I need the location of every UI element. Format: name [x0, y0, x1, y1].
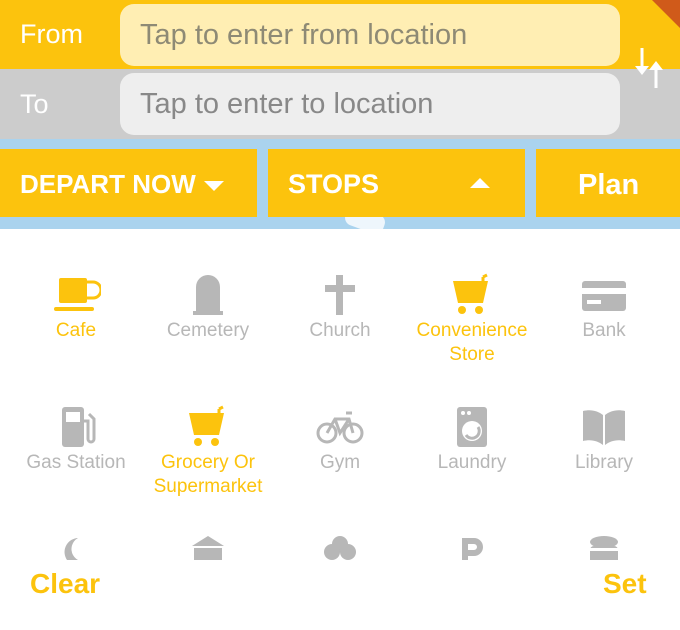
corner-flag-icon	[652, 0, 680, 28]
cross-icon	[325, 275, 355, 315]
shopping-cart-icon	[453, 273, 488, 314]
category-cafe[interactable]: Cafe	[10, 273, 142, 343]
category-gas-station[interactable]: Gas Station	[10, 405, 142, 475]
stops-label: STOPS	[288, 169, 380, 199]
from-label: From	[20, 19, 83, 49]
plan-button[interactable]: Plan	[536, 149, 680, 217]
stops-category-panel: Cafe Cemetery Church Convenience Store B…	[0, 229, 680, 630]
category-label: Cemetery	[166, 320, 250, 341]
category-label: Convenience Store	[416, 320, 528, 365]
parking-icon	[462, 538, 483, 560]
category-label: Laundry	[437, 452, 507, 473]
category-label: Library	[574, 452, 634, 473]
category-row-partial	[0, 534, 680, 560]
museum-icon	[192, 536, 224, 560]
category-grocery[interactable]: Grocery Or Supermarket	[142, 405, 274, 499]
book-icon	[583, 410, 625, 445]
plan-label: Plan	[578, 169, 640, 201]
category-laundry[interactable]: Laundry	[406, 405, 538, 475]
category-label: Gas Station	[26, 452, 126, 473]
category-label: Cafe	[55, 320, 97, 341]
mosque-icon	[64, 538, 90, 560]
clear-button[interactable]: Clear	[30, 568, 100, 600]
to-location-input[interactable]	[120, 73, 620, 135]
set-button[interactable]: Set	[603, 568, 647, 600]
swap-direction-icon[interactable]	[632, 44, 668, 92]
tombstone-icon	[193, 275, 223, 315]
from-row: From	[0, 0, 680, 69]
category-label: Bank	[582, 320, 626, 341]
category-cemetery[interactable]: Cemetery	[142, 273, 274, 343]
category-library[interactable]: Library	[538, 405, 670, 475]
pharmacy-icon	[590, 536, 618, 560]
shopping-cart-icon	[189, 405, 224, 446]
category-gym[interactable]: Gym	[274, 405, 406, 475]
coffee-cup-icon	[54, 278, 101, 311]
to-row: To	[0, 69, 680, 139]
category-bank[interactable]: Bank	[538, 273, 670, 343]
fuel-pump-icon	[62, 407, 96, 447]
from-location-input[interactable]	[120, 4, 620, 66]
chevron-down-icon	[204, 181, 224, 191]
depart-now-label: DEPART NOW	[20, 169, 196, 199]
credit-card-icon	[582, 281, 626, 311]
washing-machine-icon	[457, 407, 487, 447]
category-convenience-store[interactable]: Convenience Store	[406, 273, 538, 367]
chevron-up-icon	[470, 178, 490, 188]
park-icon	[324, 536, 356, 560]
stops-button[interactable]: STOPS	[268, 149, 525, 217]
category-label: Grocery Or Supermarket	[153, 452, 263, 497]
category-church[interactable]: Church	[274, 273, 406, 343]
depart-now-button[interactable]: DEPART NOW	[0, 149, 257, 217]
to-label: To	[20, 89, 49, 119]
bicycle-icon	[316, 411, 364, 444]
category-label: Church	[309, 320, 371, 341]
category-label: Gym	[319, 452, 361, 473]
